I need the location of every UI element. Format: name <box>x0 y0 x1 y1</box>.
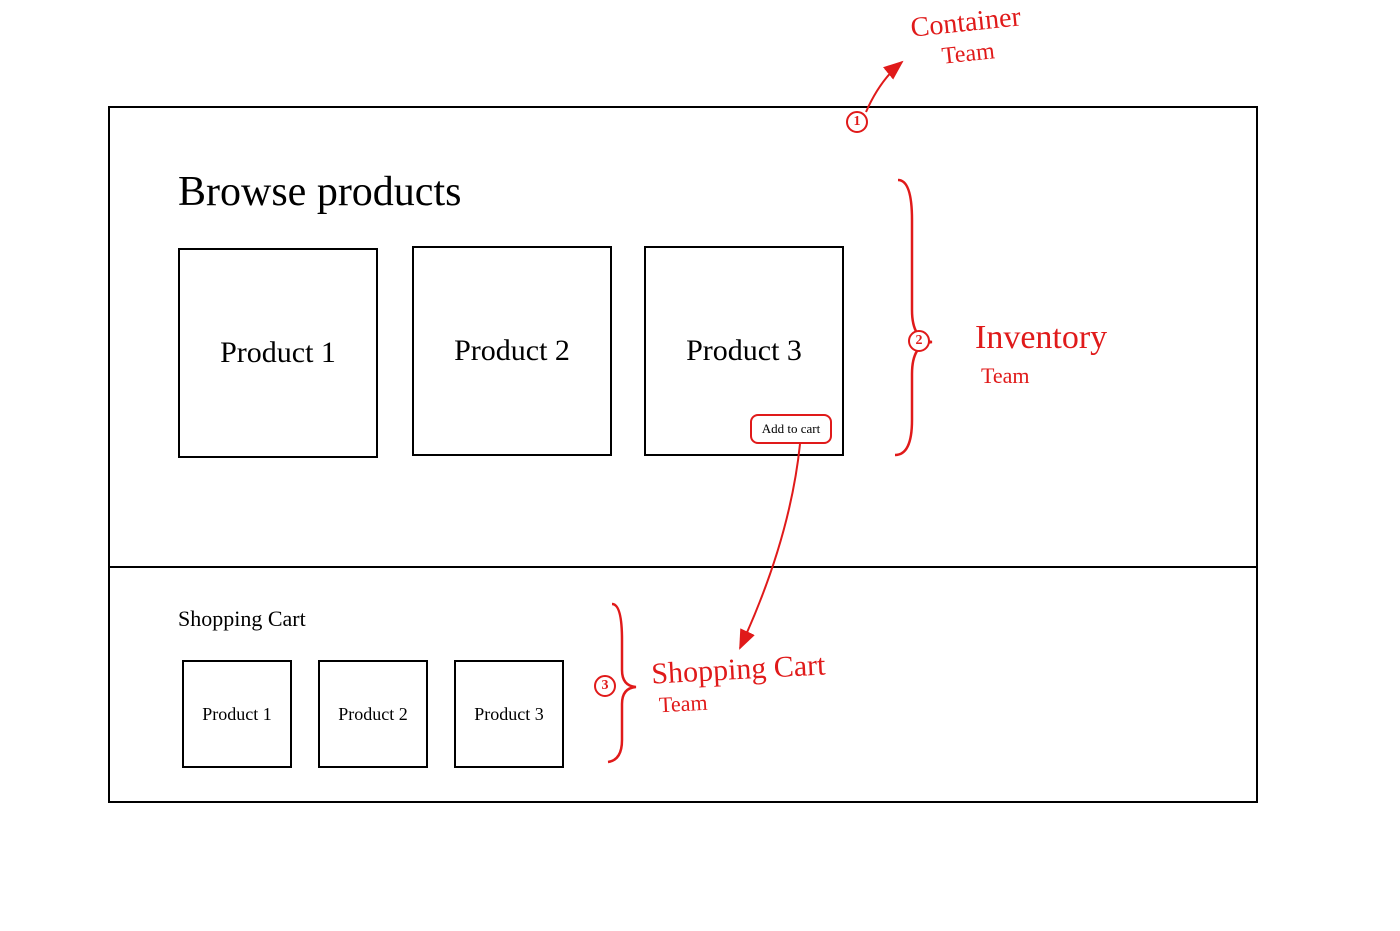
section-divider <box>110 566 1256 568</box>
add-to-cart-button[interactable]: Add to cart <box>750 414 832 444</box>
annotation-line: Inventory <box>975 318 1107 359</box>
annotation-number-2: 2 <box>908 330 930 352</box>
product-label: Product 1 <box>220 336 336 370</box>
product-card-2: Product 2 <box>412 246 612 456</box>
arrow-to-container-team <box>866 62 902 112</box>
product-label: Product 2 <box>454 334 570 368</box>
annotation-number-1: 1 <box>846 111 868 133</box>
cart-item-label: Product 2 <box>338 704 408 725</box>
annotation-inventory-team: Inventory Team <box>975 318 1107 389</box>
shopping-cart-title: Shopping Cart <box>178 606 306 632</box>
add-to-cart-label: Add to cart <box>762 421 820 437</box>
annotation-number-label: 3 <box>602 678 609 694</box>
browse-products-title: Browse products <box>178 168 461 216</box>
annotation-number-3: 3 <box>594 675 616 697</box>
annotation-number-label: 2 <box>916 333 923 349</box>
cart-item-1: Product 1 <box>182 660 292 768</box>
product-card-1: Product 1 <box>178 248 378 458</box>
cart-item-label: Product 1 <box>202 704 272 725</box>
cart-item-3: Product 3 <box>454 660 564 768</box>
annotation-line: Team <box>981 363 1107 389</box>
product-label: Product 3 <box>686 334 802 368</box>
cart-item-2: Product 2 <box>318 660 428 768</box>
cart-item-label: Product 3 <box>474 704 544 725</box>
annotation-container-team: Container Team <box>909 0 1025 74</box>
annotation-number-label: 1 <box>854 114 861 130</box>
annotation-shopping-cart-team: Shopping Cart Team <box>650 647 827 718</box>
